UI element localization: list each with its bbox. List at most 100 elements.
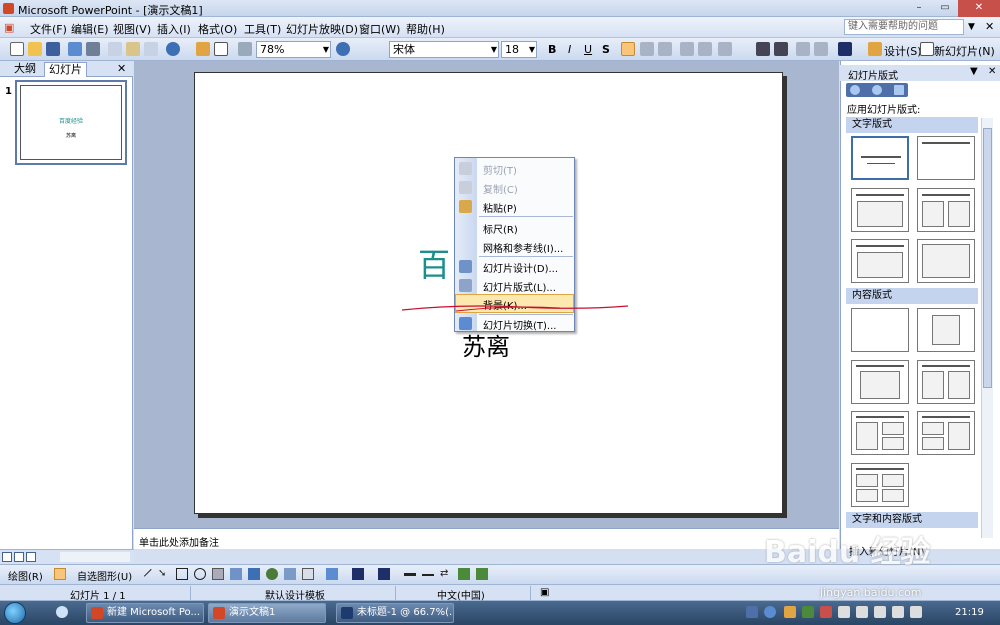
- layout-title-content[interactable]: [851, 360, 909, 404]
- tray-icon[interactable]: [820, 606, 832, 618]
- slide-title[interactable]: 百: [418, 240, 450, 286]
- forward-icon[interactable]: [872, 85, 882, 95]
- line-style-icon[interactable]: [404, 568, 416, 576]
- dash-style-icon[interactable]: [422, 568, 434, 576]
- wordart-icon[interactable]: [230, 568, 242, 580]
- arrow-icon[interactable]: ➘: [158, 568, 170, 580]
- browser-icon[interactable]: [56, 606, 68, 618]
- close-button[interactable]: ✕: [958, 0, 1000, 17]
- numbered-list-icon[interactable]: [680, 42, 694, 56]
- clipart-icon[interactable]: [266, 568, 278, 580]
- menu-item-ruler[interactable]: 标尺(R): [455, 218, 574, 237]
- language-icon[interactable]: [874, 606, 886, 618]
- taskbar-button-word[interactable]: 新建 Microsoft Po...: [86, 603, 204, 623]
- decrease-indent-icon[interactable]: [796, 42, 810, 56]
- zoom-select[interactable]: 78% ▼: [256, 41, 331, 58]
- font-color-icon[interactable]: [378, 568, 390, 580]
- layout-title-content-two[interactable]: [851, 411, 909, 455]
- font-size-select[interactable]: 18 ▼: [501, 41, 537, 58]
- insert-chart-icon[interactable]: [196, 42, 210, 56]
- 3d-style-icon[interactable]: [476, 568, 488, 580]
- doc-menu-icon[interactable]: ▣: [4, 21, 14, 34]
- shadow-button[interactable]: S: [602, 43, 610, 56]
- layout-content[interactable]: [917, 308, 975, 352]
- layout-title-two-content[interactable]: [917, 360, 975, 404]
- tray-icon[interactable]: [910, 606, 922, 618]
- document-close-icon[interactable]: ✕: [985, 20, 994, 33]
- spelling-icon[interactable]: ▣: [540, 587, 549, 598]
- save-icon[interactable]: [46, 42, 60, 56]
- help-search-input[interactable]: 键入需要帮助的问题: [844, 19, 964, 35]
- menu-item-slide-transition[interactable]: 幻灯片切换(T)...: [455, 314, 574, 333]
- paste-icon[interactable]: [126, 42, 140, 56]
- design-button[interactable]: 设计(S): [884, 43, 922, 59]
- home-icon[interactable]: [894, 85, 904, 95]
- oval-icon[interactable]: [194, 568, 206, 580]
- layout-vertical-title-text[interactable]: [917, 239, 975, 283]
- chevron-down-icon[interactable]: ▼: [970, 66, 978, 77]
- new-slide-icon[interactable]: [920, 42, 934, 56]
- open-folder-icon[interactable]: [28, 42, 42, 56]
- network-icon[interactable]: [838, 606, 850, 618]
- taskbar-button-photoshop[interactable]: 未标题-1 @ 66.7%(...: [336, 603, 454, 623]
- picture-icon[interactable]: [302, 568, 314, 580]
- menu-format[interactable]: 格式(O): [198, 21, 237, 37]
- menu-item-cut[interactable]: 剪切(T): [455, 159, 574, 178]
- select-pointer-icon[interactable]: [54, 568, 66, 580]
- autoshapes-button[interactable]: 自选图形(U): [77, 568, 132, 583]
- increase-font-icon[interactable]: [756, 42, 770, 56]
- menu-help[interactable]: 帮助(H): [406, 21, 445, 37]
- menu-item-slide-design[interactable]: 幻灯片设计(D)...: [455, 257, 574, 276]
- cut-icon[interactable]: [108, 42, 122, 56]
- close-icon[interactable]: ✕: [117, 62, 126, 75]
- align-left-icon[interactable]: [621, 42, 635, 56]
- maximize-button[interactable]: ▭: [932, 0, 958, 17]
- new-slide-button[interactable]: 新幻灯片(N): [934, 43, 995, 59]
- tray-icon[interactable]: [784, 606, 796, 618]
- increase-indent-icon[interactable]: [814, 42, 828, 56]
- underline-button[interactable]: U: [584, 43, 592, 56]
- help-icon[interactable]: [336, 42, 350, 56]
- menu-insert[interactable]: 插入(I): [157, 21, 191, 37]
- italic-button[interactable]: I: [568, 43, 571, 56]
- insert-table-icon[interactable]: [214, 42, 228, 56]
- slideshow-view-icon[interactable]: [26, 552, 36, 562]
- bold-button[interactable]: B: [548, 43, 556, 56]
- insert-picture-icon[interactable]: [284, 568, 296, 580]
- task-pane-scrollbar[interactable]: [981, 118, 993, 538]
- diagram-icon[interactable]: [248, 568, 260, 580]
- start-button[interactable]: [4, 602, 26, 624]
- line-spacing-icon[interactable]: [718, 42, 732, 56]
- new-file-icon[interactable]: [10, 42, 24, 56]
- volume-icon[interactable]: [856, 606, 868, 618]
- shadow-style-icon[interactable]: [458, 568, 470, 580]
- textbox-icon[interactable]: [212, 568, 224, 580]
- slide-thumbnail[interactable]: 百度经验 苏离: [15, 80, 127, 165]
- grid-icon[interactable]: [238, 42, 252, 56]
- layout-blank[interactable]: [851, 308, 909, 352]
- undo-icon[interactable]: [166, 42, 180, 56]
- design-icon[interactable]: [868, 42, 882, 56]
- slide-sorter-icon[interactable]: [14, 552, 24, 562]
- menu-item-slide-layout[interactable]: 幻灯片版式(L)...: [455, 276, 574, 295]
- permission-icon[interactable]: [68, 42, 82, 56]
- powerpoint-app-icon[interactable]: [3, 3, 14, 14]
- fill-color-icon[interactable]: [326, 568, 338, 580]
- layout-title-four-content[interactable]: [851, 463, 909, 507]
- scrollbar-thumb[interactable]: [983, 128, 992, 388]
- tab-outline[interactable]: 大纲: [10, 62, 40, 77]
- menu-tools[interactable]: 工具(T): [244, 21, 281, 37]
- layout-title-slide[interactable]: [851, 136, 909, 180]
- layout-title-text[interactable]: [851, 188, 909, 232]
- tray-icon[interactable]: [746, 606, 758, 618]
- tab-slides[interactable]: 幻灯片: [44, 62, 87, 77]
- arrow-style-icon[interactable]: ⇄: [440, 568, 452, 580]
- menu-file[interactable]: 文件(F): [30, 21, 67, 37]
- menu-window[interactable]: 窗口(W): [359, 21, 400, 37]
- font-select[interactable]: 宋体 ▼: [389, 41, 499, 58]
- menu-item-grid-guides[interactable]: 网格和参考线(I)...: [455, 237, 574, 256]
- tray-icon[interactable]: [802, 606, 814, 618]
- menu-view[interactable]: 视图(V): [113, 21, 151, 37]
- close-icon[interactable]: ✕: [988, 66, 996, 77]
- notes-pane[interactable]: 单击此处添加备注: [134, 528, 839, 549]
